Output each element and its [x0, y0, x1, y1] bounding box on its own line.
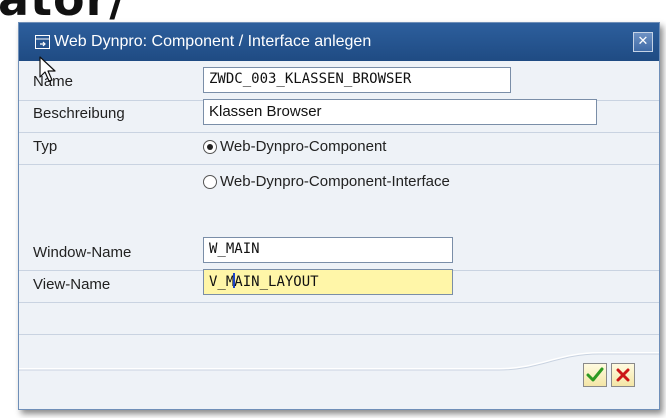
- radio-label: Web-Dynpro-Component: [220, 138, 387, 155]
- confirm-button[interactable]: [583, 363, 607, 387]
- window-name-label: Window-Name: [33, 244, 132, 261]
- dialog-window-icon: [35, 35, 50, 50]
- view-name-label: View-Name: [33, 276, 111, 293]
- dialog-titlebar[interactable]: Web Dynpro: Component / Interface anlege…: [19, 23, 659, 61]
- row-divider: [19, 164, 659, 165]
- view-name-value-end: AIN_LAYOUT: [234, 274, 319, 290]
- cancel-button[interactable]: [611, 363, 635, 387]
- description-field[interactable]: Klassen Browser: [203, 99, 597, 125]
- cancel-x-icon: [616, 368, 630, 382]
- mouse-pointer-icon: [39, 56, 56, 82]
- create-component-dialog: Web Dynpro: Component / Interface anlege…: [18, 22, 660, 410]
- view-name-field[interactable]: V_MAIN_LAYOUT: [203, 269, 453, 295]
- dialog-footer: [19, 351, 659, 409]
- radio-web-dynpro-component[interactable]: Web-Dynpro-Component: [203, 138, 386, 155]
- radio-selected-indicator[interactable]: [203, 139, 217, 154]
- description-label: Beschreibung: [33, 105, 125, 122]
- checkmark-icon: [586, 367, 604, 382]
- close-icon[interactable]: ✕: [633, 32, 653, 52]
- dialog-title: Web Dynpro: Component / Interface anlege…: [54, 33, 372, 50]
- name-field[interactable]: ZWDC_003_KLASSEN_BROWSER: [203, 67, 511, 93]
- radio-web-dynpro-component-interface[interactable]: Web-Dynpro-Component-Interface: [203, 173, 450, 190]
- radio-unselected-indicator[interactable]: [203, 174, 217, 189]
- row-divider: [19, 302, 659, 303]
- row-divider: [19, 132, 659, 133]
- radio-label: Web-Dynpro-Component-Interface: [220, 173, 450, 190]
- form-area: Name ZWDC_003_KLASSEN_BROWSER Beschreibu…: [19, 61, 659, 351]
- type-label: Typ: [33, 138, 58, 155]
- view-name-value-start: V_M: [209, 274, 235, 290]
- footer-divider: [19, 352, 659, 371]
- row-divider: [19, 334, 659, 335]
- window-name-field[interactable]: W_MAIN: [203, 237, 453, 263]
